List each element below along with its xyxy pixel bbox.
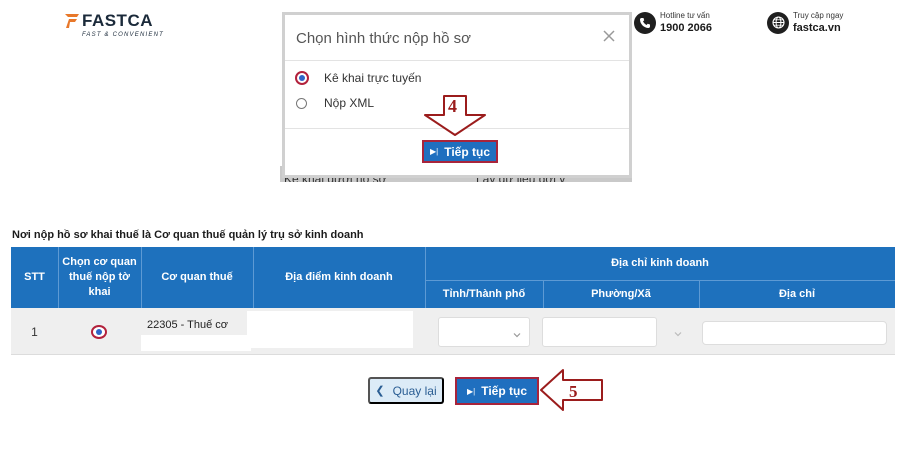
back-button[interactable]: ❮ Quay lại	[368, 377, 444, 404]
row-stt: 1	[31, 324, 38, 339]
brand-name: FASTCA	[82, 11, 153, 30]
section-title: Nơi nộp hồ sơ khai thuế là Cơ quan thuế …	[12, 229, 364, 241]
modal-continue-button[interactable]: ▶| Tiếp tục	[422, 140, 498, 163]
header-business-location: Địa điểm kinh doanh	[285, 271, 393, 284]
step-forward-icon: ▶|	[429, 147, 439, 156]
hotline-label: Hotline tư vấn	[660, 11, 710, 20]
row-select-radio[interactable]	[91, 325, 107, 339]
hotline-contact[interactable]: Hotline tư vấn 1900 2066	[634, 11, 712, 34]
close-icon[interactable]	[601, 28, 617, 44]
address-input[interactable]	[702, 321, 887, 345]
chevron-down-icon	[674, 325, 682, 343]
fastca-logo[interactable]: FASTCA FAST & CONVENIENT	[64, 11, 164, 38]
website-url[interactable]: fastca.vn	[793, 22, 843, 34]
modal-continue-label: Tiếp tục	[444, 144, 491, 159]
website-label: Truy cập ngay	[793, 11, 844, 20]
province-select[interactable]	[438, 317, 530, 347]
header-tax-agency: Cơ quan thuế	[161, 271, 233, 284]
header-address: Địa chỉ	[778, 287, 816, 300]
radio-submit-xml[interactable]	[296, 97, 307, 109]
option-online-declaration[interactable]: Kê khai trực tuyến	[295, 71, 422, 85]
tax-agency-value: 22305 - Thuế cơ	[147, 319, 229, 331]
radio-online-declaration[interactable]	[295, 71, 309, 85]
header-business-address: Địa chỉ kinh doanh	[611, 257, 709, 270]
business-location-field[interactable]	[247, 311, 413, 348]
brand-tagline: FAST & CONVENIENT	[82, 32, 164, 38]
phone-icon	[634, 11, 656, 34]
website-contact[interactable]: Truy cập ngay fastca.vn	[767, 11, 843, 34]
header-choose-agency: Chọn cơ quan thuế nộp tờ khai	[62, 256, 137, 298]
header-ward: Phường/Xã	[591, 287, 651, 300]
continue-button[interactable]: ▶| Tiếp tục	[455, 377, 539, 405]
chevron-down-icon	[513, 326, 521, 338]
option-label: Kê khai trực tuyến	[324, 71, 422, 85]
option-submit-xml[interactable]: Nộp XML	[296, 96, 374, 110]
modal-title: Chọn hình thức nộp hồ sơ	[296, 30, 471, 47]
ward-select[interactable]	[542, 317, 657, 347]
modal-header: Chọn hình thức nộp hồ sơ	[285, 15, 629, 61]
agency-cell-mask	[141, 335, 251, 351]
continue-label: Tiếp tục	[481, 384, 528, 398]
option-label: Nộp XML	[324, 96, 375, 110]
table-header: STT Chọn cơ quan thuế nộp tờ khai Cơ qua…	[11, 247, 895, 308]
hotline-number[interactable]: 1900 2066	[660, 22, 712, 34]
table-row: 1 22305 - Thuế cơ	[11, 308, 895, 355]
step-forward-icon: ▶|	[466, 386, 476, 396]
annotation-step-5: 5	[569, 382, 578, 401]
header-stt: STT	[24, 271, 45, 284]
annotation-step-4: 4	[448, 96, 457, 116]
chevron-left-icon: ❮	[375, 385, 385, 397]
back-label: Quay lại	[392, 383, 437, 398]
fastca-logo-icon	[64, 12, 80, 30]
header-province: Tỉnh/Thành phố	[442, 287, 526, 300]
globe-icon	[767, 11, 789, 34]
